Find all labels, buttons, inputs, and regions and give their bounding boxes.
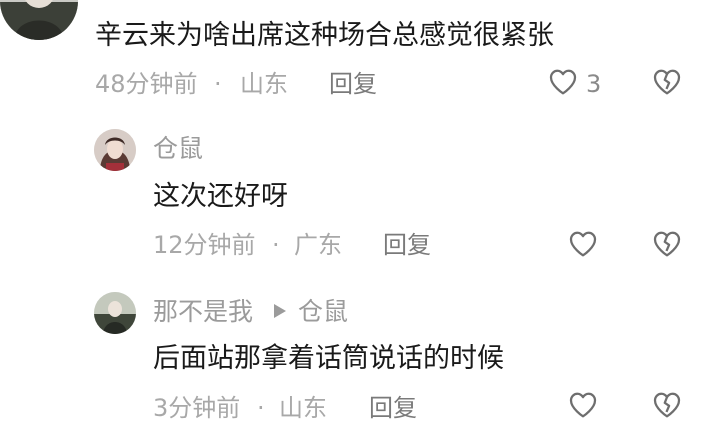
play-triangle-icon (272, 302, 288, 324)
comment-text: 这次还好呀 (153, 181, 288, 212)
reply-to-username[interactable]: 仓鼠 (298, 299, 348, 324)
broken-heart-icon[interactable] (650, 389, 684, 421)
comment-time: 3分钟前 (153, 394, 241, 421)
broken-heart-icon[interactable] (650, 228, 684, 260)
comment-text: 辛云来为啥出席这种场合总感觉很紧张 (95, 20, 554, 51)
reply-button[interactable]: 回复 (383, 233, 431, 257)
username[interactable]: 仓鼠 (153, 136, 203, 161)
heart-outline-icon[interactable] (546, 66, 580, 98)
comment-time: 48分钟前 (95, 70, 198, 98)
meta-separator: · (272, 231, 280, 259)
comment-time: 12分钟前 (153, 231, 256, 259)
comment-location: 广东 (294, 231, 342, 259)
reply-button[interactable]: 回复 (369, 396, 417, 420)
broken-heart-icon[interactable] (650, 66, 684, 98)
comment-text: 后面站那拿着话筒说话的时候 (153, 343, 504, 374)
comment-location: 山东 (279, 394, 327, 421)
heart-outline-icon[interactable] (566, 389, 600, 421)
meta-separator: · (257, 394, 265, 421)
avatar[interactable] (0, 0, 78, 40)
meta-separator: · (214, 70, 222, 98)
reply-button[interactable]: 回复 (329, 72, 377, 96)
comment-thread: 辛云来为啥出席这种场合总感觉很紧张 48分钟前 · 山东 回复 3 仓鼠 这次还… (0, 0, 720, 421)
heart-outline-icon[interactable] (566, 228, 600, 260)
like-count: 3 (586, 70, 602, 98)
avatar[interactable] (94, 292, 136, 334)
avatar[interactable] (94, 129, 136, 171)
username[interactable]: 那不是我 (153, 299, 253, 324)
comment-location: 山东 (240, 70, 288, 98)
